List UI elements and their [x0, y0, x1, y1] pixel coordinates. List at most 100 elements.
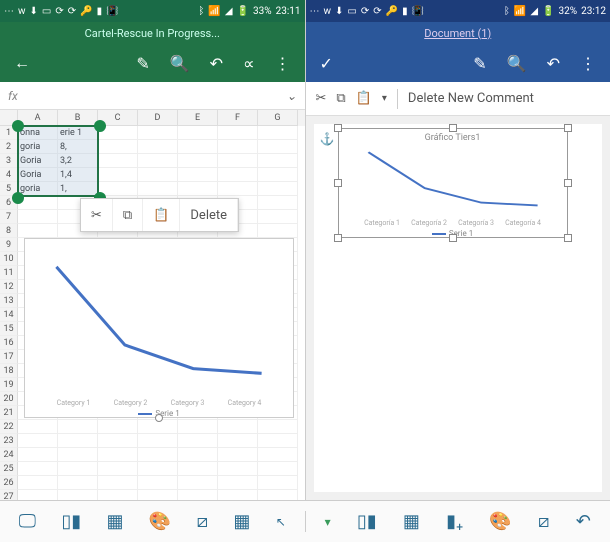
- chart-column-icon[interactable]: ▯▮: [357, 511, 377, 532]
- col-header[interactable]: D: [138, 110, 178, 126]
- cell[interactable]: [18, 210, 58, 224]
- cell[interactable]: [138, 182, 178, 196]
- col-header[interactable]: F: [218, 110, 258, 126]
- cell[interactable]: [258, 168, 298, 182]
- cell[interactable]: [258, 182, 298, 196]
- cell[interactable]: [258, 210, 298, 224]
- cell[interactable]: [218, 182, 258, 196]
- cell[interactable]: [138, 476, 178, 490]
- chart-column-icon[interactable]: ▯▮: [61, 511, 81, 532]
- cell[interactable]: [138, 154, 178, 168]
- cell[interactable]: [58, 420, 98, 434]
- copy-button[interactable]: ⧉: [113, 199, 143, 231]
- chart-resize-handle[interactable]: [155, 414, 163, 422]
- cell[interactable]: [258, 420, 298, 434]
- chart-edit-icon[interactable]: ⧄: [538, 511, 549, 532]
- row-header[interactable]: 16: [0, 336, 18, 350]
- cell[interactable]: [138, 490, 178, 500]
- row-header[interactable]: 21: [0, 406, 18, 420]
- chart-resize-handle[interactable]: [449, 234, 457, 242]
- table-icon[interactable]: ▦: [403, 511, 420, 532]
- cell[interactable]: [138, 140, 178, 154]
- chart-add-icon[interactable]: ▮₊: [446, 511, 463, 532]
- col-header[interactable]: E: [178, 110, 218, 126]
- cell[interactable]: [178, 140, 218, 154]
- undo-icon[interactable]: ↶: [576, 511, 591, 532]
- pen-icon[interactable]: ✎: [136, 54, 149, 73]
- row-header[interactable]: 25: [0, 462, 18, 476]
- row-header[interactable]: 18: [0, 364, 18, 378]
- cell[interactable]: [178, 154, 218, 168]
- row-header[interactable]: 7: [0, 210, 18, 224]
- palette-icon[interactable]: 🎨: [149, 511, 171, 532]
- row-header[interactable]: 20: [0, 392, 18, 406]
- cell-selection[interactable]: [17, 125, 99, 197]
- selection-handle[interactable]: [12, 192, 24, 204]
- cell[interactable]: [138, 448, 178, 462]
- cell[interactable]: [18, 448, 58, 462]
- check-icon[interactable]: ✓: [320, 54, 333, 73]
- cell[interactable]: [18, 420, 58, 434]
- cell[interactable]: [178, 490, 218, 500]
- cell[interactable]: [178, 168, 218, 182]
- pen-icon[interactable]: ✎: [473, 54, 486, 73]
- chart-resize-handle[interactable]: [564, 124, 572, 132]
- cell[interactable]: [218, 448, 258, 462]
- col-header[interactable]: B: [58, 110, 98, 126]
- chart-resize-handle[interactable]: [564, 179, 572, 187]
- cell[interactable]: [218, 476, 258, 490]
- cell[interactable]: [258, 224, 298, 238]
- collapse-icon[interactable]: ▾: [325, 515, 331, 529]
- chart-edit-icon[interactable]: ⧄: [197, 511, 208, 532]
- delete-new-comment-button[interactable]: Delete New Comment: [408, 91, 534, 106]
- row-header[interactable]: 14: [0, 308, 18, 322]
- cell[interactable]: [258, 462, 298, 476]
- selection-handle[interactable]: [12, 120, 24, 132]
- cell[interactable]: [98, 448, 138, 462]
- row-header[interactable]: 19: [0, 378, 18, 392]
- cell[interactable]: [98, 420, 138, 434]
- cell[interactable]: [58, 448, 98, 462]
- cell[interactable]: [98, 476, 138, 490]
- paste-button[interactable]: 📋: [143, 199, 180, 231]
- cell[interactable]: [218, 462, 258, 476]
- cell[interactable]: [218, 154, 258, 168]
- row-header[interactable]: 17: [0, 350, 18, 364]
- cell[interactable]: [218, 420, 258, 434]
- cell[interactable]: [58, 476, 98, 490]
- chart-resize-handle[interactable]: [564, 234, 572, 242]
- cell[interactable]: [258, 476, 298, 490]
- cell[interactable]: [218, 434, 258, 448]
- search-icon[interactable]: 🔍: [507, 54, 527, 73]
- row-header[interactable]: 15: [0, 322, 18, 336]
- grid-icon[interactable]: ▦: [233, 511, 250, 532]
- cell[interactable]: [98, 168, 138, 182]
- cell[interactable]: [98, 490, 138, 500]
- cell[interactable]: [258, 126, 298, 140]
- more-icon[interactable]: ⋮: [275, 54, 291, 73]
- expand-icon[interactable]: ↖: [276, 515, 286, 529]
- cell[interactable]: [18, 476, 58, 490]
- chart-resize-handle[interactable]: [334, 179, 342, 187]
- cell[interactable]: [258, 434, 298, 448]
- delete-button[interactable]: Delete: [180, 199, 238, 231]
- cell[interactable]: [18, 462, 58, 476]
- chevron-down-icon[interactable]: ⌄: [286, 89, 296, 103]
- cell[interactable]: [178, 462, 218, 476]
- cell[interactable]: [138, 168, 178, 182]
- chart-resize-handle[interactable]: [449, 124, 457, 132]
- col-header[interactable]: A: [18, 110, 58, 126]
- undo-icon[interactable]: ↶: [547, 54, 560, 73]
- row-header[interactable]: 22: [0, 420, 18, 434]
- cell[interactable]: [138, 420, 178, 434]
- back-icon[interactable]: ←: [14, 53, 30, 73]
- cell[interactable]: [218, 168, 258, 182]
- cell[interactable]: [218, 140, 258, 154]
- monitor-icon[interactable]: 🖵: [19, 511, 36, 532]
- cell[interactable]: [258, 196, 298, 210]
- excel-chart[interactable]: Category 1 Category 2 Category 3 Categor…: [24, 238, 294, 418]
- cell[interactable]: [98, 462, 138, 476]
- palette-icon[interactable]: 🎨: [489, 511, 511, 532]
- cell[interactable]: [58, 462, 98, 476]
- cell[interactable]: [18, 196, 58, 210]
